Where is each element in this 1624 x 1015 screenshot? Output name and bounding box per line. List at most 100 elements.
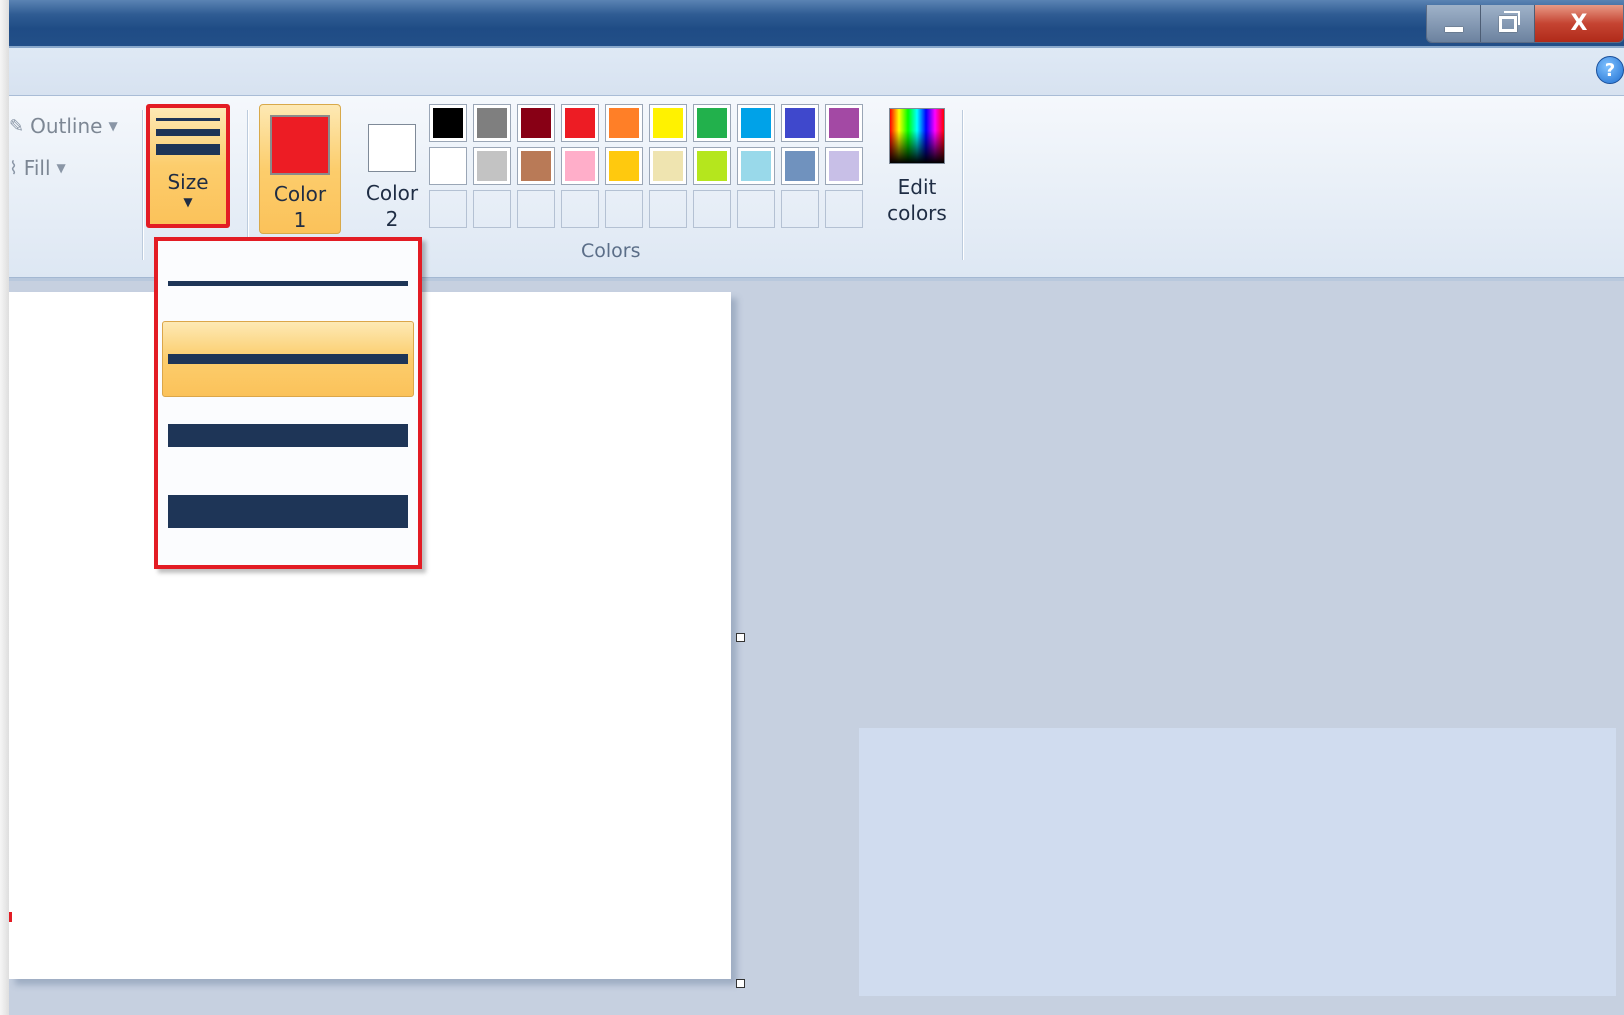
- fill-bucket-icon: ⌇: [9, 157, 18, 179]
- palette-custom-slot[interactable]: [429, 190, 467, 228]
- size-dropdown-menu: [154, 237, 422, 569]
- palette-color-2-10[interactable]: [825, 147, 863, 185]
- fill-label: Fill: [23, 156, 51, 180]
- palette-custom-slot[interactable]: [737, 190, 775, 228]
- palette-color-1-3[interactable]: [517, 104, 555, 142]
- close-icon: X: [1570, 11, 1588, 36]
- color1-swatch: [270, 115, 330, 175]
- palette-swatch: [609, 151, 639, 181]
- size-label: Size: [167, 170, 209, 194]
- line-thickness-icon: [168, 494, 408, 528]
- group-separator: [142, 110, 143, 260]
- palette-swatch: [653, 108, 683, 138]
- palette-swatch: [477, 108, 507, 138]
- red-paint-mark: [9, 912, 12, 922]
- palette-color-2-9[interactable]: [781, 147, 819, 185]
- palette-color-1-4[interactable]: [561, 104, 599, 142]
- outline-dropdown[interactable]: ✎ Outline ▼: [9, 114, 118, 138]
- group-separator: [962, 110, 963, 260]
- chevron-down-icon: ▼: [56, 161, 66, 175]
- palette-color-2-4[interactable]: [561, 147, 599, 185]
- palette-custom-slot[interactable]: [649, 190, 687, 228]
- paint-window: X ? ✎ Outline ▼ ⌇ Fill ▼ Size ▼ Color 1 …: [9, 0, 1624, 1015]
- palette-color-1-10[interactable]: [825, 104, 863, 142]
- fill-dropdown[interactable]: ⌇ Fill ▼: [9, 156, 66, 180]
- palette-custom-slot[interactable]: [561, 190, 599, 228]
- palette-color-2-1[interactable]: [429, 147, 467, 185]
- palette-color-1-9[interactable]: [781, 104, 819, 142]
- line-thickness-icon: [168, 423, 408, 447]
- color1-button[interactable]: Color 1: [259, 104, 341, 234]
- line-thickness-icon: [168, 280, 408, 286]
- close-button[interactable]: X: [1535, 5, 1623, 42]
- edit-colors-button[interactable]: Edit colors: [877, 108, 957, 226]
- palette-color-1-2[interactable]: [473, 104, 511, 142]
- palette-swatch: [697, 108, 727, 138]
- line-thickness-icon: [168, 354, 408, 364]
- palette-custom-slot[interactable]: [781, 190, 819, 228]
- edit-colors-label-line2: colors: [887, 201, 947, 225]
- edit-colors-label-line1: Edit: [897, 175, 937, 199]
- color2-button[interactable]: Color 2: [351, 104, 433, 234]
- size-option-4[interactable]: [162, 473, 414, 549]
- palette-swatch: [433, 108, 463, 138]
- palette-swatch: [785, 151, 815, 181]
- palette-color-1-8[interactable]: [737, 104, 775, 142]
- palette-color-2-2[interactable]: [473, 147, 511, 185]
- palette-custom-slot[interactable]: [825, 190, 863, 228]
- palette-color-1-5[interactable]: [605, 104, 643, 142]
- size-lines-icon: [156, 118, 220, 155]
- color-spectrum-icon: [889, 108, 945, 164]
- help-icon[interactable]: ?: [1596, 56, 1624, 84]
- palette-swatch: [521, 151, 551, 181]
- palette-color-1-7[interactable]: [693, 104, 731, 142]
- size-option-1[interactable]: [162, 245, 414, 321]
- palette-color-2-8[interactable]: [737, 147, 775, 185]
- chevron-down-icon: ▼: [108, 119, 118, 133]
- palette-custom-slot[interactable]: [693, 190, 731, 228]
- color2-swatch: [368, 124, 416, 172]
- title-bar: X: [9, 0, 1624, 48]
- size-option-3[interactable]: [162, 397, 414, 473]
- palette-swatch: [609, 108, 639, 138]
- canvas-resize-handle-corner[interactable]: [736, 979, 745, 988]
- palette-custom-slot[interactable]: [605, 190, 643, 228]
- color-palette: [429, 104, 863, 228]
- canvas-resize-handle-right[interactable]: [736, 633, 745, 642]
- outline-label: Outline: [30, 114, 103, 138]
- palette-swatch: [653, 151, 683, 181]
- palette-swatch: [565, 151, 595, 181]
- palette-swatch: [697, 151, 727, 181]
- palette-color-2-5[interactable]: [605, 147, 643, 185]
- palette-custom-slot[interactable]: [517, 190, 555, 228]
- minimize-button[interactable]: [1427, 5, 1481, 42]
- restore-button[interactable]: [1481, 5, 1535, 42]
- palette-swatch: [741, 108, 771, 138]
- color2-label-line1: Color: [365, 181, 419, 205]
- palette-color-1-1[interactable]: [429, 104, 467, 142]
- desktop-edge: [0, 0, 9, 1015]
- ribbon-tab-row: ?: [9, 48, 1624, 96]
- colors-group-label: Colors: [581, 240, 641, 262]
- palette-swatch: [521, 108, 551, 138]
- color1-label-line2: 1: [293, 208, 307, 232]
- palette-swatch: [565, 108, 595, 138]
- outline-brush-icon: ✎: [9, 115, 25, 137]
- palette-custom-slot[interactable]: [473, 190, 511, 228]
- restore-icon: [1498, 10, 1520, 32]
- size-button[interactable]: Size ▼: [146, 104, 230, 228]
- palette-swatch: [829, 108, 859, 138]
- minimize-icon: [1444, 27, 1463, 32]
- color2-label-line2: 2: [385, 207, 399, 231]
- palette-swatch: [477, 151, 507, 181]
- palette-swatch: [829, 151, 859, 181]
- size-option-2[interactable]: [162, 321, 414, 397]
- window-controls: X: [1426, 5, 1624, 43]
- palette-color-1-6[interactable]: [649, 104, 687, 142]
- palette-color-2-3[interactable]: [517, 147, 555, 185]
- palette-swatch: [741, 151, 771, 181]
- color1-label-line1: Color: [273, 182, 327, 206]
- palette-color-2-6[interactable]: [649, 147, 687, 185]
- palette-color-2-7[interactable]: [693, 147, 731, 185]
- workspace-background: [859, 728, 1616, 996]
